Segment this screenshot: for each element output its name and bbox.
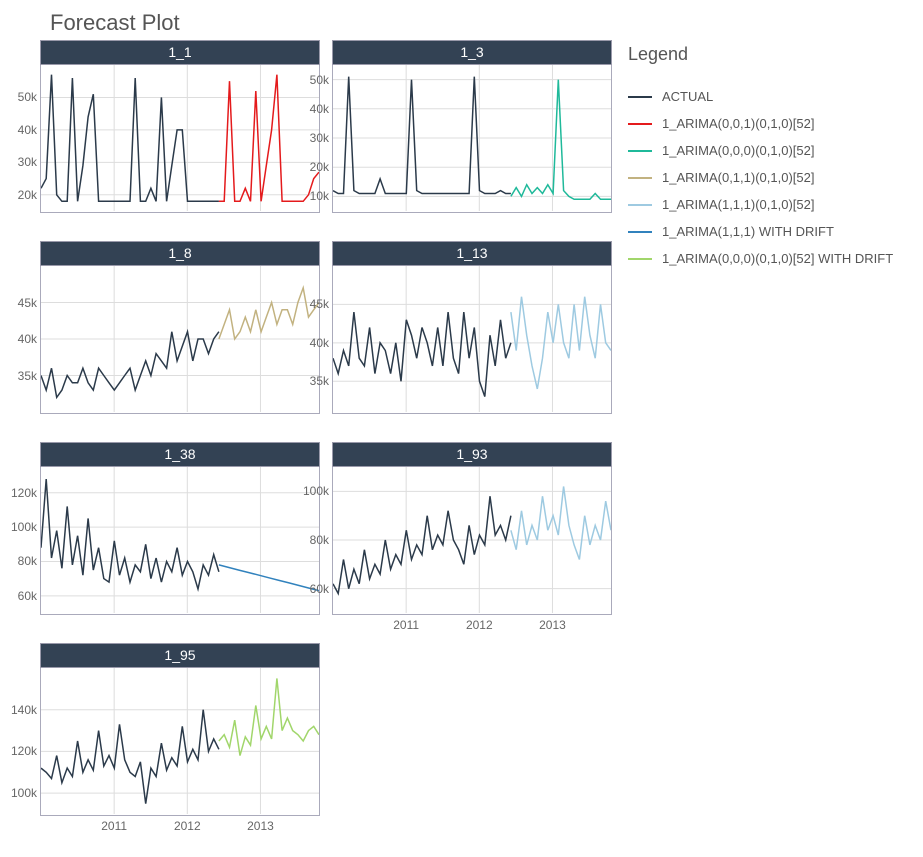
panel-title: 1_38 [40, 442, 320, 467]
y-tick-label: 40k [18, 332, 37, 346]
series-line [41, 710, 219, 804]
panel-body: 10k20k30k40k50k [332, 65, 612, 213]
legend-label: 1_ARIMA(1,1,1) WITH DRIFT [662, 224, 834, 239]
y-tick-label: 100k [11, 786, 37, 800]
x-tick-label: 2012 [466, 618, 493, 632]
y-tick-label: 120k [11, 486, 37, 500]
series-line [333, 77, 511, 194]
legend-item: 1_ARIMA(1,1,1) WITH DRIFT [628, 224, 913, 239]
legend: Legend ACTUAL 1_ARIMA(0,0,1)(0,1,0)[52] 1_… [628, 40, 913, 278]
panel-title: 1_3 [332, 40, 612, 65]
chart-panel: 1_1335k40k45k [332, 241, 612, 414]
panel-title: 1_1 [40, 40, 320, 65]
y-tick-label: 60k [18, 589, 37, 603]
panel-title: 1_8 [40, 241, 320, 266]
legend-title: Legend [628, 44, 913, 65]
legend-swatch [628, 96, 652, 98]
legend-swatch [628, 258, 652, 260]
y-tick-label: 40k [310, 336, 329, 350]
legend-label: ACTUAL [662, 89, 713, 104]
legend-swatch [628, 231, 652, 233]
chart-panel: 1_120k30k40k50k [40, 40, 320, 213]
chart-panel: 1_835k40k45k [40, 241, 320, 414]
panel-body: 100k120k140k201120122013 [40, 668, 320, 816]
panel-body: 60k80k100k120k [40, 467, 320, 615]
legend-label: 1_ARIMA(0,0,1)(0,1,0)[52] [662, 116, 814, 131]
legend-label: 1_ARIMA(0,0,0)(0,1,0)[52] WITH DRIFT [662, 251, 893, 266]
legend-item: 1_ARIMA(0,0,0)(0,1,0)[52] [628, 143, 913, 158]
legend-swatch [628, 123, 652, 125]
panel-body: 60k80k100k201120122013 [332, 467, 612, 615]
series-line [41, 479, 219, 589]
panel-body: 35k40k45k [332, 266, 612, 414]
panel-grid: 1_120k30k40k50k1_310k20k30k40k50k1_835k4… [40, 40, 612, 816]
panel-body: 35k40k45k [40, 266, 320, 414]
series-line [41, 75, 219, 202]
x-tick-label: 2013 [539, 618, 566, 632]
y-tick-label: 140k [11, 703, 37, 717]
series-line [219, 678, 319, 755]
chart-panel: 1_3860k80k100k120k [40, 442, 320, 615]
panel-title: 1_93 [332, 442, 612, 467]
x-tick-label: 2013 [247, 819, 274, 833]
y-tick-label: 40k [18, 123, 37, 137]
y-tick-label: 20k [18, 188, 37, 202]
legend-label: 1_ARIMA(1,1,1)(0,1,0)[52] [662, 197, 814, 212]
legend-item: 1_ARIMA(0,0,0)(0,1,0)[52] WITH DRIFT [628, 251, 913, 266]
y-tick-label: 100k [11, 520, 37, 534]
legend-item: ACTUAL [628, 89, 913, 104]
y-tick-label: 30k [310, 131, 329, 145]
y-tick-label: 10k [310, 189, 329, 203]
series-line [511, 487, 611, 560]
y-tick-label: 35k [310, 374, 329, 388]
legend-label: 1_ARIMA(0,0,0)(0,1,0)[52] [662, 143, 814, 158]
legend-item: 1_ARIMA(0,1,1)(0,1,0)[52] [628, 170, 913, 185]
chart-panel: 1_310k20k30k40k50k [332, 40, 612, 213]
legend-swatch [628, 177, 652, 179]
y-tick-label: 60k [310, 582, 329, 596]
panel-body: 20k30k40k50k [40, 65, 320, 213]
legend-swatch [628, 150, 652, 152]
series-line [333, 496, 511, 593]
panel-title: 1_95 [40, 643, 320, 668]
y-tick-label: 120k [11, 744, 37, 758]
y-tick-label: 45k [18, 296, 37, 310]
panel-title: 1_13 [332, 241, 612, 266]
y-tick-label: 100k [303, 484, 329, 498]
chart-panel: 1_9360k80k100k201120122013 [332, 442, 612, 615]
x-tick-label: 2011 [101, 819, 127, 833]
x-tick-label: 2011 [393, 618, 419, 632]
chart-panel: 1_95100k120k140k201120122013 [40, 643, 320, 816]
forecast-plot-container: Forecast Plot 1_120k30k40k50k1_310k20k30… [0, 0, 923, 857]
y-tick-label: 35k [18, 369, 37, 383]
y-tick-label: 50k [18, 90, 37, 104]
series-line [511, 80, 611, 200]
y-tick-label: 30k [18, 155, 37, 169]
y-tick-label: 45k [310, 297, 329, 311]
y-tick-label: 20k [310, 160, 329, 174]
x-tick-label: 2012 [174, 819, 201, 833]
legend-label: 1_ARIMA(0,1,1)(0,1,0)[52] [662, 170, 814, 185]
series-line [41, 332, 219, 398]
legend-item: 1_ARIMA(0,0,1)(0,1,0)[52] [628, 116, 913, 131]
y-tick-label: 80k [18, 554, 37, 568]
chart-title: Forecast Plot [50, 10, 913, 36]
legend-swatch [628, 204, 652, 206]
y-tick-label: 40k [310, 102, 329, 116]
series-line [333, 312, 511, 397]
y-tick-label: 50k [310, 73, 329, 87]
y-tick-label: 80k [310, 533, 329, 547]
legend-item: 1_ARIMA(1,1,1)(0,1,0)[52] [628, 197, 913, 212]
